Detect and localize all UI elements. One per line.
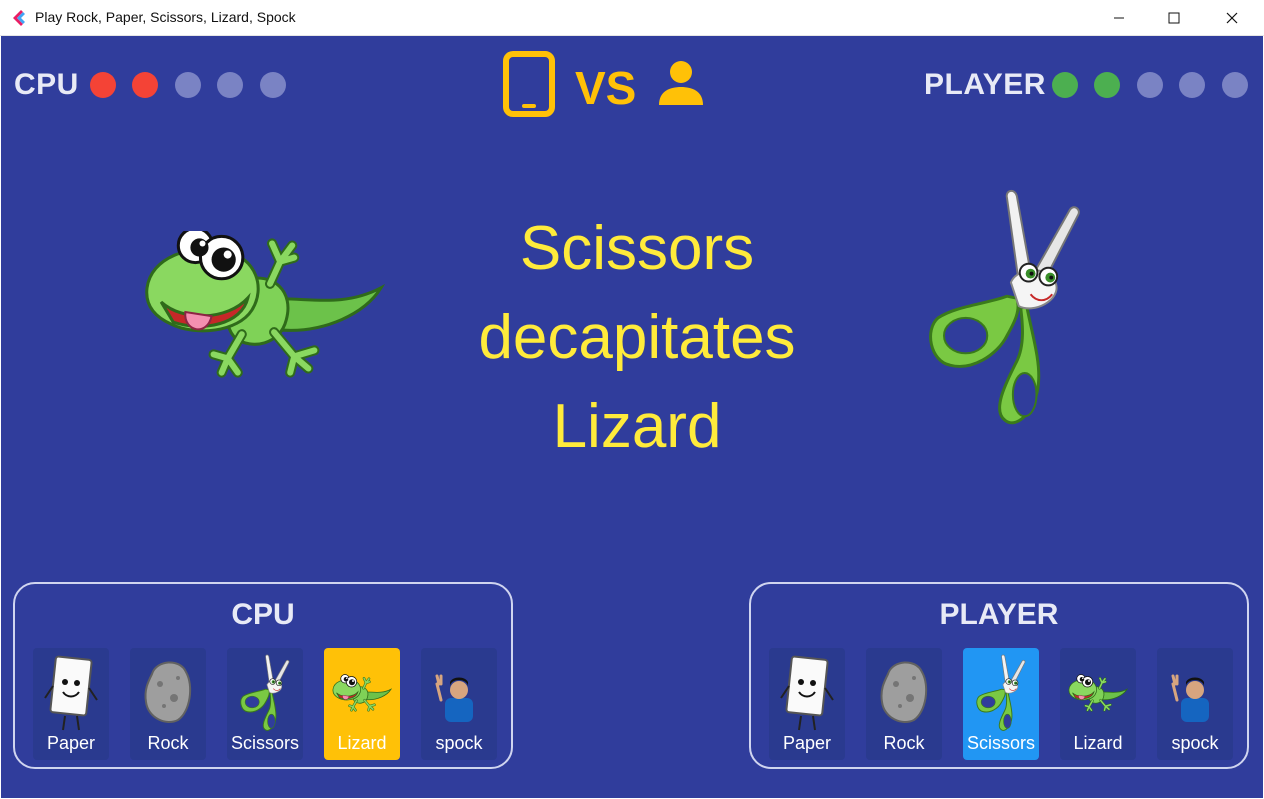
game-area: CPU VS PLAYER Scissors decapitates Lizar… [1,36,1263,798]
player-option-lizard[interactable]: Lizard [1060,648,1136,760]
player-score-dot [1137,72,1163,98]
option-label: spock [435,733,483,753]
lizard-icon [1068,654,1128,734]
app-icon [13,10,25,26]
cpu-panel-title: CPU [231,598,295,631]
rock-icon [874,654,934,734]
close-button[interactable] [1203,0,1261,36]
option-label: Lizard [337,733,387,753]
result-line: Lizard [552,392,722,461]
player-score-dot [1094,72,1120,98]
player-score-label: PLAYER [924,68,1046,101]
player-score-dot [1052,72,1078,98]
cpu-score-dot [90,72,116,98]
versus-header: VS [503,51,708,117]
lizard-icon [332,654,392,734]
result-line: Scissors [519,214,755,283]
cpu-score-dot [217,72,243,98]
cpu-option-lizard-selected[interactable]: Lizard [324,648,400,760]
player-option-paper[interactable]: Paper [769,648,845,760]
cpu-score-dot [132,72,158,98]
player-panel-title: PLAYER [939,598,1059,631]
option-label: Scissors [230,733,299,753]
option-label: spock [1171,733,1219,753]
cpu-choice-lizard-image [143,231,385,383]
maximize-button[interactable] [1145,0,1203,36]
option-label: Rock [147,733,189,753]
scissors-icon [235,654,295,734]
maximize-icon [1168,12,1180,24]
cpu-score-dot [175,72,201,98]
cpu-option-paper[interactable]: Paper [33,648,109,760]
player-score-dot [1179,72,1205,98]
option-label: Scissors [966,733,1035,753]
round-result-text: Scissors decapitates Lizard [399,204,875,471]
player-option-scissors-selected[interactable]: Scissors [963,648,1039,760]
scissors-icon [971,654,1031,734]
cpu-option-rock[interactable]: Rock [130,648,206,760]
window-titlebar: Play Rock, Paper, Scissors, Lizard, Spoc… [0,0,1264,36]
window-title: Play Rock, Paper, Scissors, Lizard, Spoc… [35,9,296,25]
result-line: decapitates [478,303,796,372]
spock-icon [1165,654,1225,734]
cpu-option-scissors[interactable]: Scissors [227,648,303,760]
cpu-score-dot [260,72,286,98]
tablet-icon [503,51,555,117]
player-score-dot [1222,72,1248,98]
minimize-button[interactable] [1090,0,1148,36]
player-choice-panel: PLAYER Paper Rock Scissors Lizard spock [749,582,1249,769]
cpu-option-spock[interactable]: spock [421,648,497,760]
close-icon [1226,12,1238,24]
option-label: Paper [782,733,832,753]
paper-icon [41,654,101,734]
rock-icon [138,654,198,734]
player-option-spock[interactable]: spock [1157,648,1233,760]
minimize-icon [1114,17,1124,19]
player-choice-scissors-image [905,188,1105,434]
cpu-score-label: CPU [14,68,79,101]
paper-icon [777,654,837,734]
cpu-choice-panel: CPU Paper Rock Scissors Lizard spock [13,582,513,769]
vs-label: VS [575,62,637,114]
spock-icon [429,654,489,734]
person-icon [659,61,703,105]
player-option-rock[interactable]: Rock [866,648,942,760]
option-label: Paper [46,733,96,753]
option-label: Lizard [1073,733,1123,753]
option-label: Rock [883,733,925,753]
